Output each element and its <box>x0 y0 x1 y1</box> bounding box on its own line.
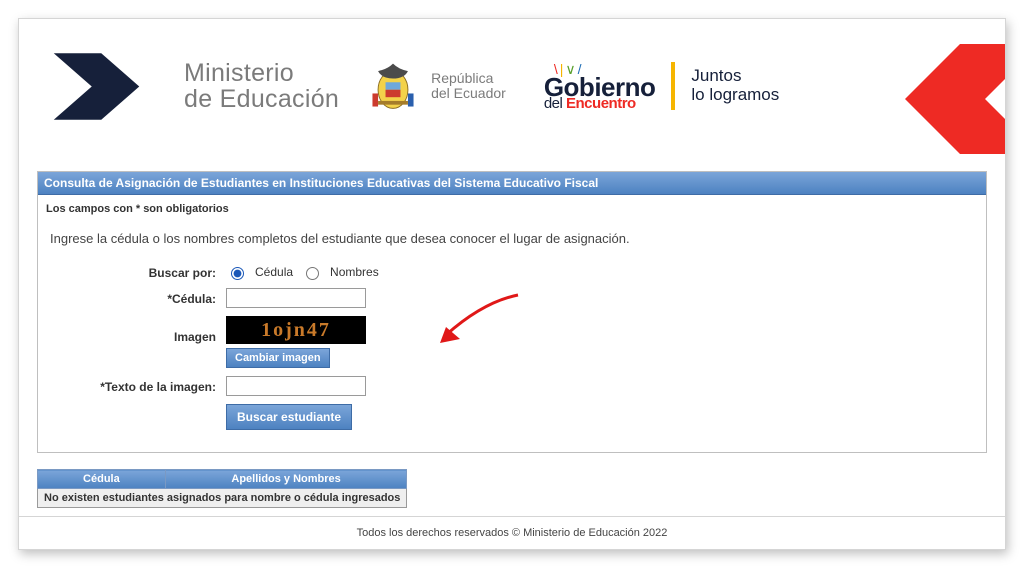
encuentro-word: Encuentro <box>566 95 636 112</box>
results-empty-row: No existen estudiantes asignados para no… <box>38 489 407 508</box>
encuentro-prefix: del <box>544 95 566 112</box>
gobierno-text: Gobierno del Encuentro <box>544 76 656 111</box>
radio-group-buscar: Cédula Nombres <box>226 262 379 280</box>
coat-of-arms-icon <box>365 58 421 114</box>
cedula-input[interactable] <box>226 288 366 308</box>
juntos-line1: Juntos <box>691 67 779 86</box>
label-buscar-por: Buscar por: <box>46 262 226 280</box>
radio-cedula-label: Cédula <box>255 265 293 279</box>
ministry-title: Ministerio de Educación <box>184 60 339 113</box>
republic-label: República del Ecuador <box>431 71 506 102</box>
republic-line2: del Ecuador <box>431 86 506 101</box>
ministry-line2: de Educación <box>184 86 339 112</box>
search-panel: Consulta de Asignación de Estudiantes en… <box>37 171 987 453</box>
radio-cedula[interactable] <box>231 267 244 280</box>
panel-body: Los campos con * son obligatorios Ingres… <box>38 195 986 452</box>
yellow-separator <box>671 62 675 110</box>
results-empty-message: No existen estudiantes asignados para no… <box>38 489 407 508</box>
republic-line1: República <box>431 71 506 86</box>
col-cedula: Cédula <box>38 470 166 489</box>
label-texto-imagen: *Texto de la imagen: <box>46 376 226 394</box>
panel-title: Consulta de Asignación de Estudiantes en… <box>38 172 986 195</box>
ministry-line1: Ministerio <box>184 60 339 86</box>
cambiar-imagen-button[interactable]: Cambiar imagen <box>226 348 330 368</box>
results-header-row: Cédula Apellidos y Nombres <box>38 470 407 489</box>
captcha-image: 1ojn47 <box>226 316 366 344</box>
radio-nombres[interactable] <box>306 267 319 280</box>
juntos-line2: lo logramos <box>691 86 779 105</box>
chevron-right-icon <box>900 44 1006 157</box>
footer-text: Todos los derechos reservados © Minister… <box>19 516 1005 549</box>
page-container: Ministerio de Educación República del Ec… <box>18 18 1006 550</box>
content-area: Consulta de Asignación de Estudiantes en… <box>37 171 987 508</box>
col-nombres: Apellidos y Nombres <box>165 470 407 489</box>
label-imagen: Imagen <box>46 316 226 344</box>
gobierno-block: \ | ∨ / Gobierno del Encuentro Juntos lo… <box>544 61 779 111</box>
required-note: Los campos con * son obligatorios <box>46 197 978 231</box>
juntos-slogan: Juntos lo logramos <box>691 67 779 104</box>
row-submit: Buscar estudiante <box>46 404 978 430</box>
chevron-left-icon <box>49 39 144 134</box>
texto-imagen-input[interactable] <box>226 376 366 396</box>
header-banner: Ministerio de Educación República del Ec… <box>19 19 1005 153</box>
row-buscar-por: Buscar por: Cédula Nombres <box>46 262 978 280</box>
buscar-estudiante-button[interactable]: Buscar estudiante <box>226 404 352 430</box>
row-imagen: Imagen 1ojn47 Cambiar imagen <box>46 316 978 368</box>
results-table: Cédula Apellidos y Nombres No existen es… <box>37 469 407 508</box>
gobierno-logo: \ | ∨ / Gobierno del Encuentro <box>544 61 656 111</box>
row-texto-imagen: *Texto de la imagen: <box>46 376 978 396</box>
radio-nombres-label: Nombres <box>330 265 379 279</box>
coat-of-arms-block: República del Ecuador <box>365 58 506 114</box>
label-cedula: *Cédula: <box>46 288 226 306</box>
instruction-text: Ingrese la cédula o los nombres completo… <box>50 231 978 246</box>
row-cedula: *Cédula: <box>46 288 978 308</box>
